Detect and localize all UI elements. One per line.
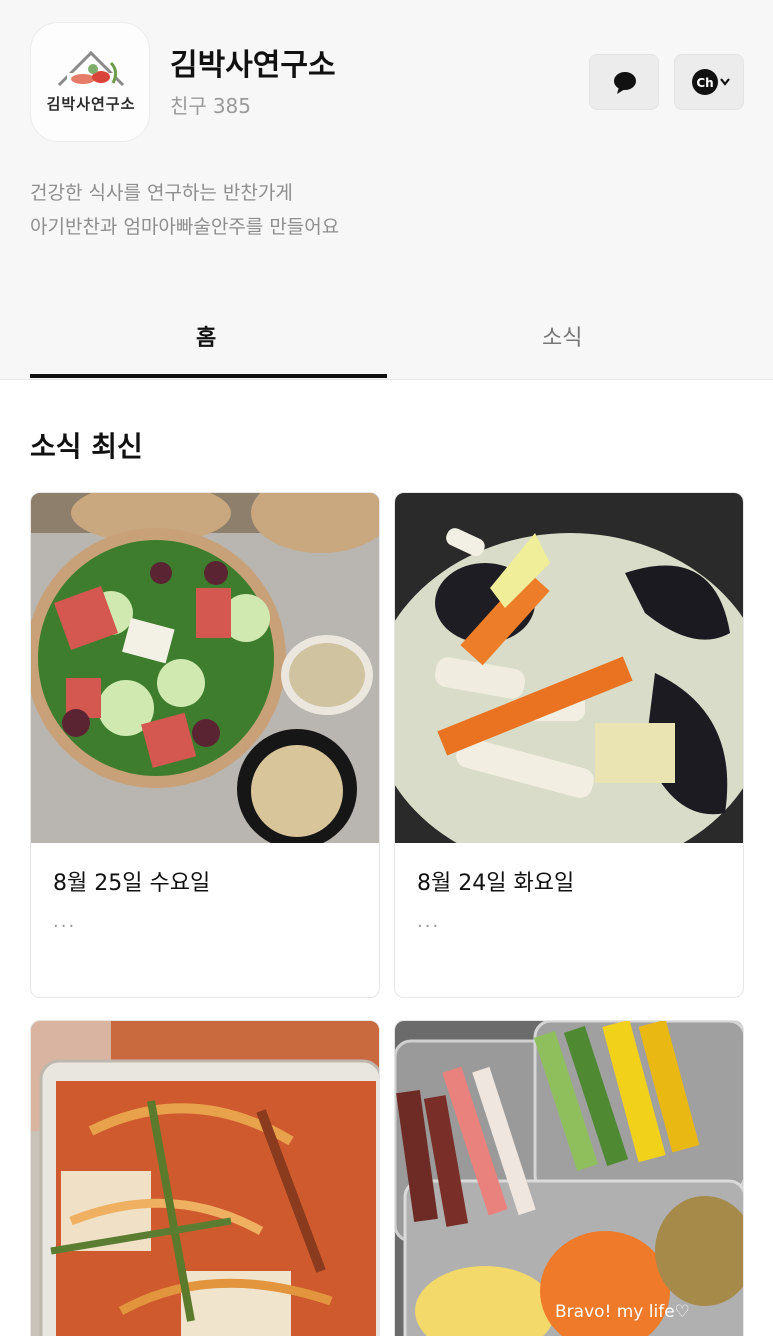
post-image: Bravo! my life♡ <box>395 1021 743 1336</box>
chevron-down-icon <box>720 78 730 86</box>
tab-bar: 홈 소식 <box>0 290 773 380</box>
post-image <box>31 1021 379 1336</box>
spicy-tofu-kimchi-photo <box>31 1021 379 1336</box>
post-image <box>31 493 379 843</box>
channel-icon: Ch <box>692 69 730 95</box>
post-image <box>395 493 743 843</box>
friend-count: 친구 385 <box>170 90 257 119</box>
profile-header: 김박사연구소 김박사연구소 친구 385 Ch 건강한 식사를 연구하는 반찬가게… <box>0 0 773 290</box>
post-card[interactable] <box>30 1020 380 1336</box>
profile-name: 김박사연구소 <box>170 48 336 83</box>
friend-count-value: 385 <box>212 94 251 118</box>
salad-photo <box>31 493 379 843</box>
profile-bio: 건강한 식사를 연구하는 반찬가게 아기반찬과 엄마아빠술안주를 만들어요 <box>30 176 339 244</box>
post-preview: ... <box>417 911 441 932</box>
mussel-squid-stew-photo <box>395 493 743 843</box>
post-title: 8월 25일 수요일 <box>53 871 211 896</box>
bio-line-1: 건강한 식사를 연구하는 반찬가게 <box>30 182 293 204</box>
friend-label: 친구 <box>170 94 207 118</box>
photo-watermark: Bravo! my life♡ <box>555 1302 690 1322</box>
post-title: 8월 24일 화요일 <box>417 871 575 896</box>
active-tab-indicator <box>30 374 387 378</box>
bio-line-2: 아기반찬과 엄마아빠술안주를 만들어요 <box>30 216 340 238</box>
post-card[interactable]: 8월 24일 화요일 ... <box>394 492 744 998</box>
gimbap-ingredients-photo: Bravo! my life♡ <box>395 1021 743 1336</box>
tab-home[interactable]: 홈 <box>196 320 216 352</box>
logo-text: 김박사연구소 <box>46 95 136 113</box>
post-card[interactable]: Bravo! my life♡ <box>394 1020 744 1336</box>
channel-button[interactable]: Ch <box>674 54 744 110</box>
profile-logo[interactable]: 김박사연구소 <box>30 22 150 142</box>
speech-bubble-icon <box>614 72 636 94</box>
tab-news[interactable]: 소식 <box>542 320 582 352</box>
post-preview: ... <box>53 911 77 932</box>
channel-label: Ch <box>696 76 713 90</box>
house-fish-logo-icon <box>57 50 125 91</box>
post-card[interactable]: 8월 25일 수요일 ... <box>30 492 380 998</box>
chat-button[interactable] <box>589 54 659 110</box>
section-title: 소식 최신 <box>30 430 143 463</box>
